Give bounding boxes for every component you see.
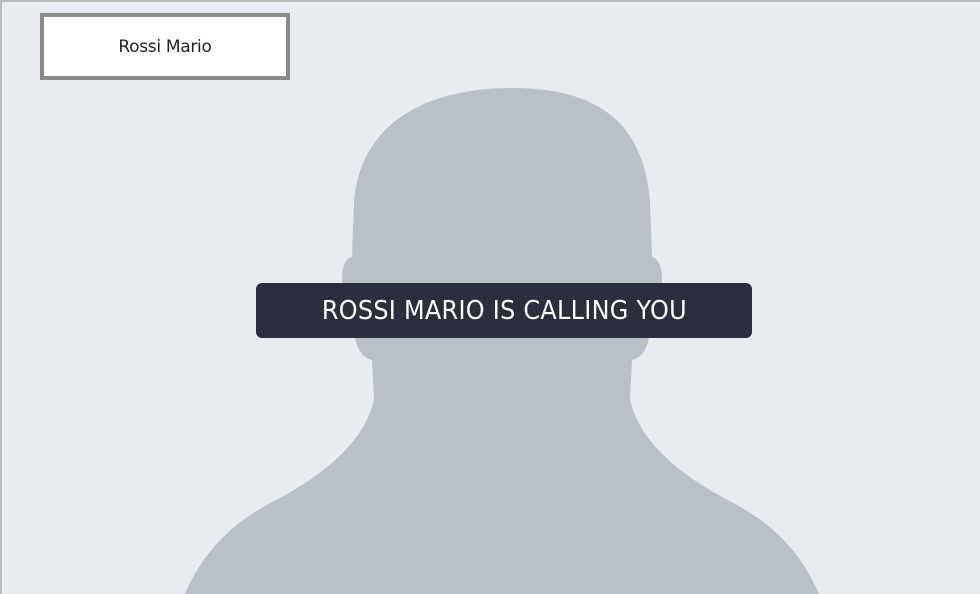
caller-name-label: Rossi Mario: [118, 36, 212, 57]
avatar-placeholder: [184, 88, 820, 594]
incoming-call-message: ROSSI MARIO IS CALLING YOU: [321, 295, 687, 326]
incoming-call-banner: ROSSI MARIO IS CALLING YOU: [256, 283, 752, 338]
caller-name-box: Rossi Mario: [40, 13, 290, 80]
incoming-call-screen: Rossi Mario ROSSI MARIO IS CALLING YOU: [0, 0, 980, 594]
